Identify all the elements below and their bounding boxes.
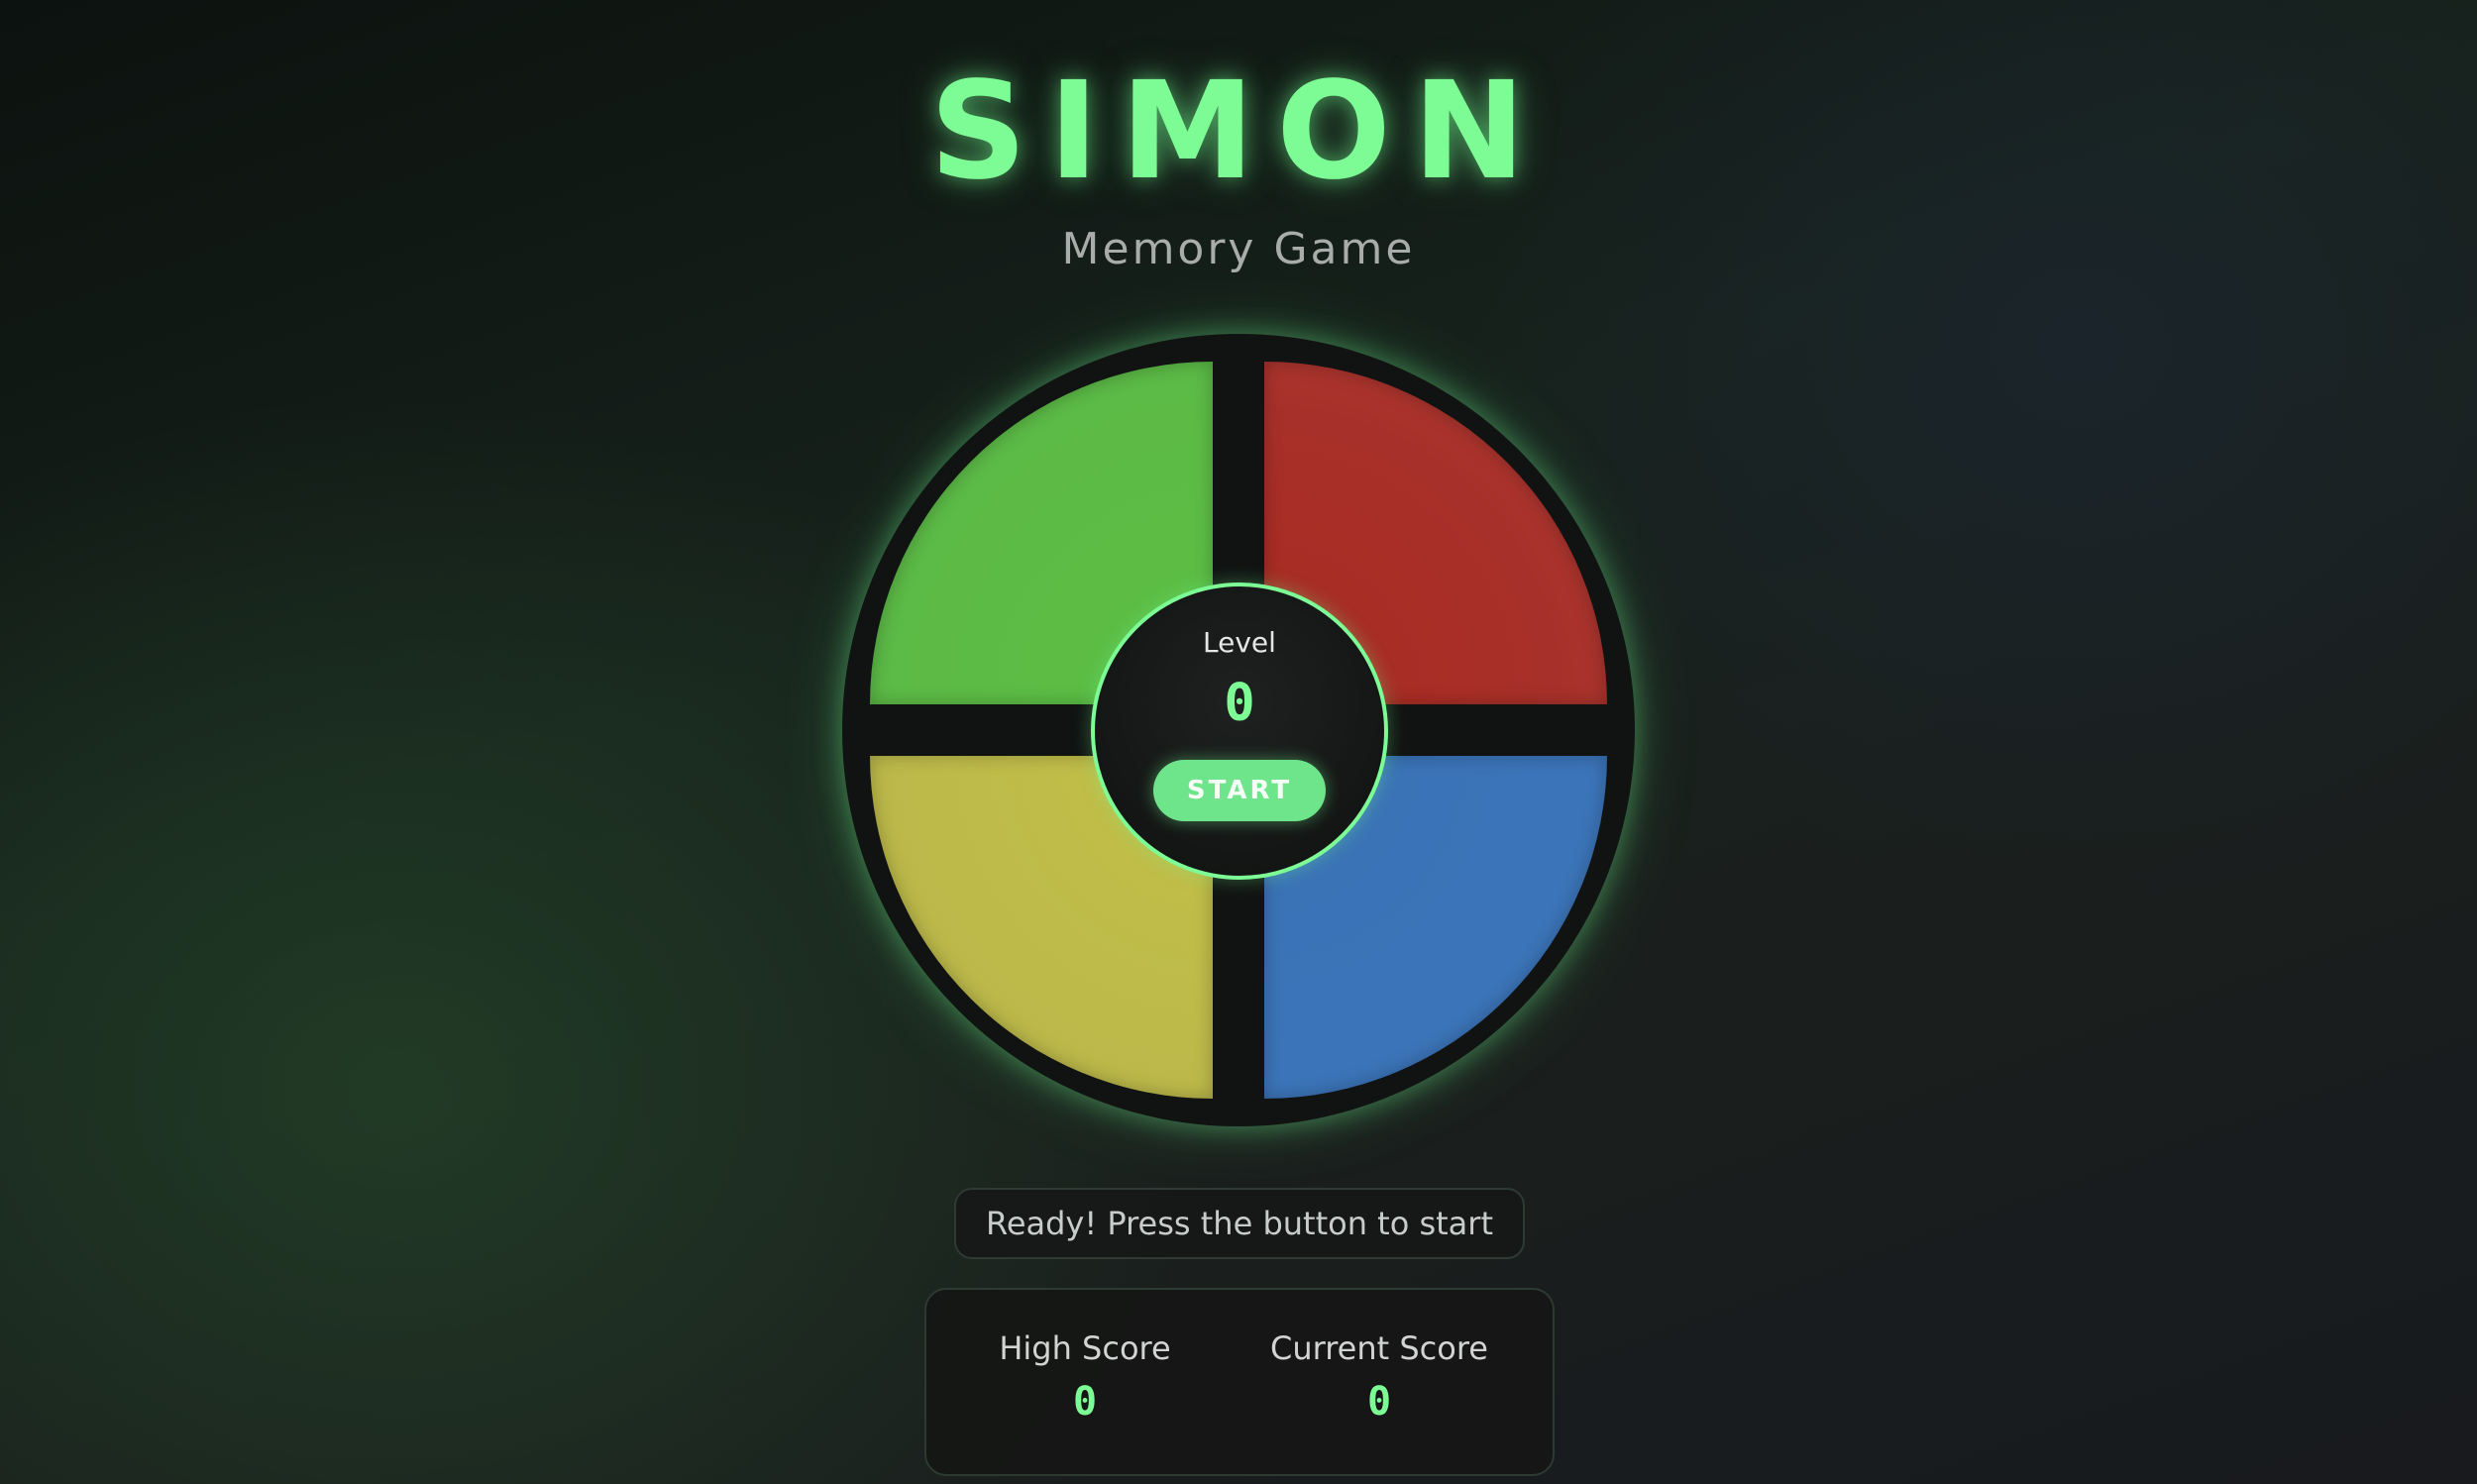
high-score-label: High Score — [999, 1329, 1171, 1367]
status-message: Ready! Press the button to start — [954, 1188, 1525, 1259]
start-button[interactable]: START — [1153, 760, 1326, 821]
center-control-panel: Level 0 START — [1091, 583, 1388, 880]
simon-board: Level 0 START — [842, 334, 1635, 1126]
current-score-label: Current Score — [1270, 1329, 1488, 1367]
level-label: Level — [1203, 626, 1276, 659]
scores-panel: High Score 0 Current Score 0 — [924, 1288, 1555, 1476]
game-title: SIMON — [929, 53, 1548, 210]
game-subtitle: Memory Game — [1061, 224, 1416, 274]
level-value: 0 — [1224, 674, 1255, 733]
current-score-value: 0 — [1366, 1379, 1392, 1425]
high-score-value: 0 — [1072, 1379, 1098, 1425]
